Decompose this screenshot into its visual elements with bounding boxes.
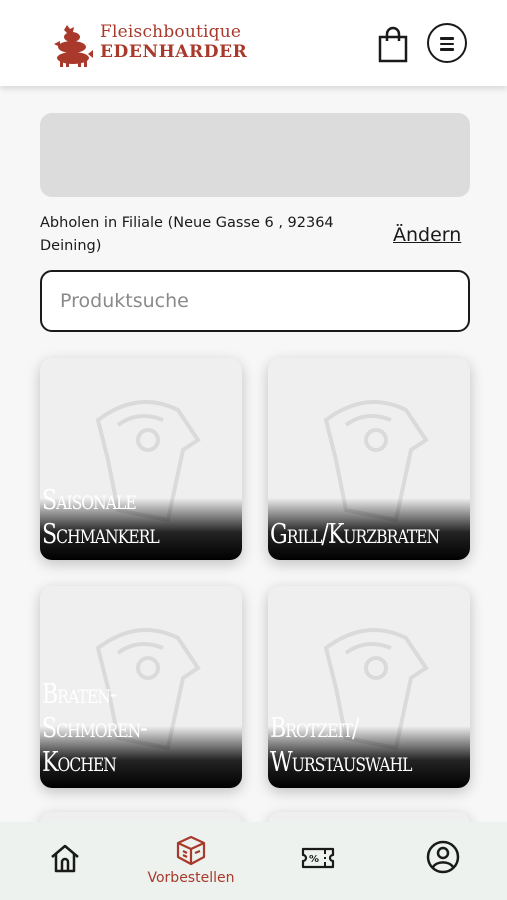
pickup-location-text: Abholen in Filiale (Neue Gasse 6 , 92364… <box>40 215 334 254</box>
cart-button[interactable] <box>376 26 410 64</box>
shopping-bag-icon <box>378 26 408 63</box>
nav-preorder-label: Vorbestellen <box>147 870 235 886</box>
category-tile[interactable]: Braten- Schmoren- Kochen <box>40 586 242 788</box>
hamburger-menu-icon <box>440 37 454 40</box>
category-tile[interactable]: Saisonale Schmankerl <box>40 358 242 560</box>
category-tile[interactable]: Grill/Kurzbraten <box>268 358 470 560</box>
nav-preorder[interactable]: Vorbestellen <box>135 822 247 900</box>
brand-name-line2: EDENHARDER <box>100 42 248 62</box>
preorder-box-icon <box>176 835 206 866</box>
category-tile[interactable]: Brotzeit/ Wurstauswahl <box>268 586 470 788</box>
home-icon <box>51 844 79 873</box>
nav-account[interactable] <box>408 822 478 900</box>
svg-text:%: % <box>309 854 319 865</box>
brand-name-line1: Fleischboutique <box>100 22 242 42</box>
coupon-icon: % <box>301 847 335 869</box>
menu-button[interactable] <box>427 23 467 63</box>
bottom-navigation: Vorbestellen % <box>0 822 507 900</box>
product-search-input[interactable] <box>40 270 470 332</box>
nav-coupons[interactable]: % <box>282 822 352 900</box>
category-label: Braten- Schmoren- Kochen <box>42 679 148 778</box>
category-label: Grill/Kurzbraten <box>270 519 440 550</box>
nav-home[interactable] <box>30 822 100 900</box>
promo-banner[interactable] <box>40 113 470 197</box>
app-header: Fleischboutique EDENHARDER <box>0 0 507 86</box>
change-location-link[interactable]: Ändern <box>393 224 461 246</box>
account-icon <box>426 840 460 874</box>
category-label: Saisonale Schmankerl <box>42 485 160 550</box>
category-label: Brotzeit/ Wurstauswahl <box>270 713 412 778</box>
